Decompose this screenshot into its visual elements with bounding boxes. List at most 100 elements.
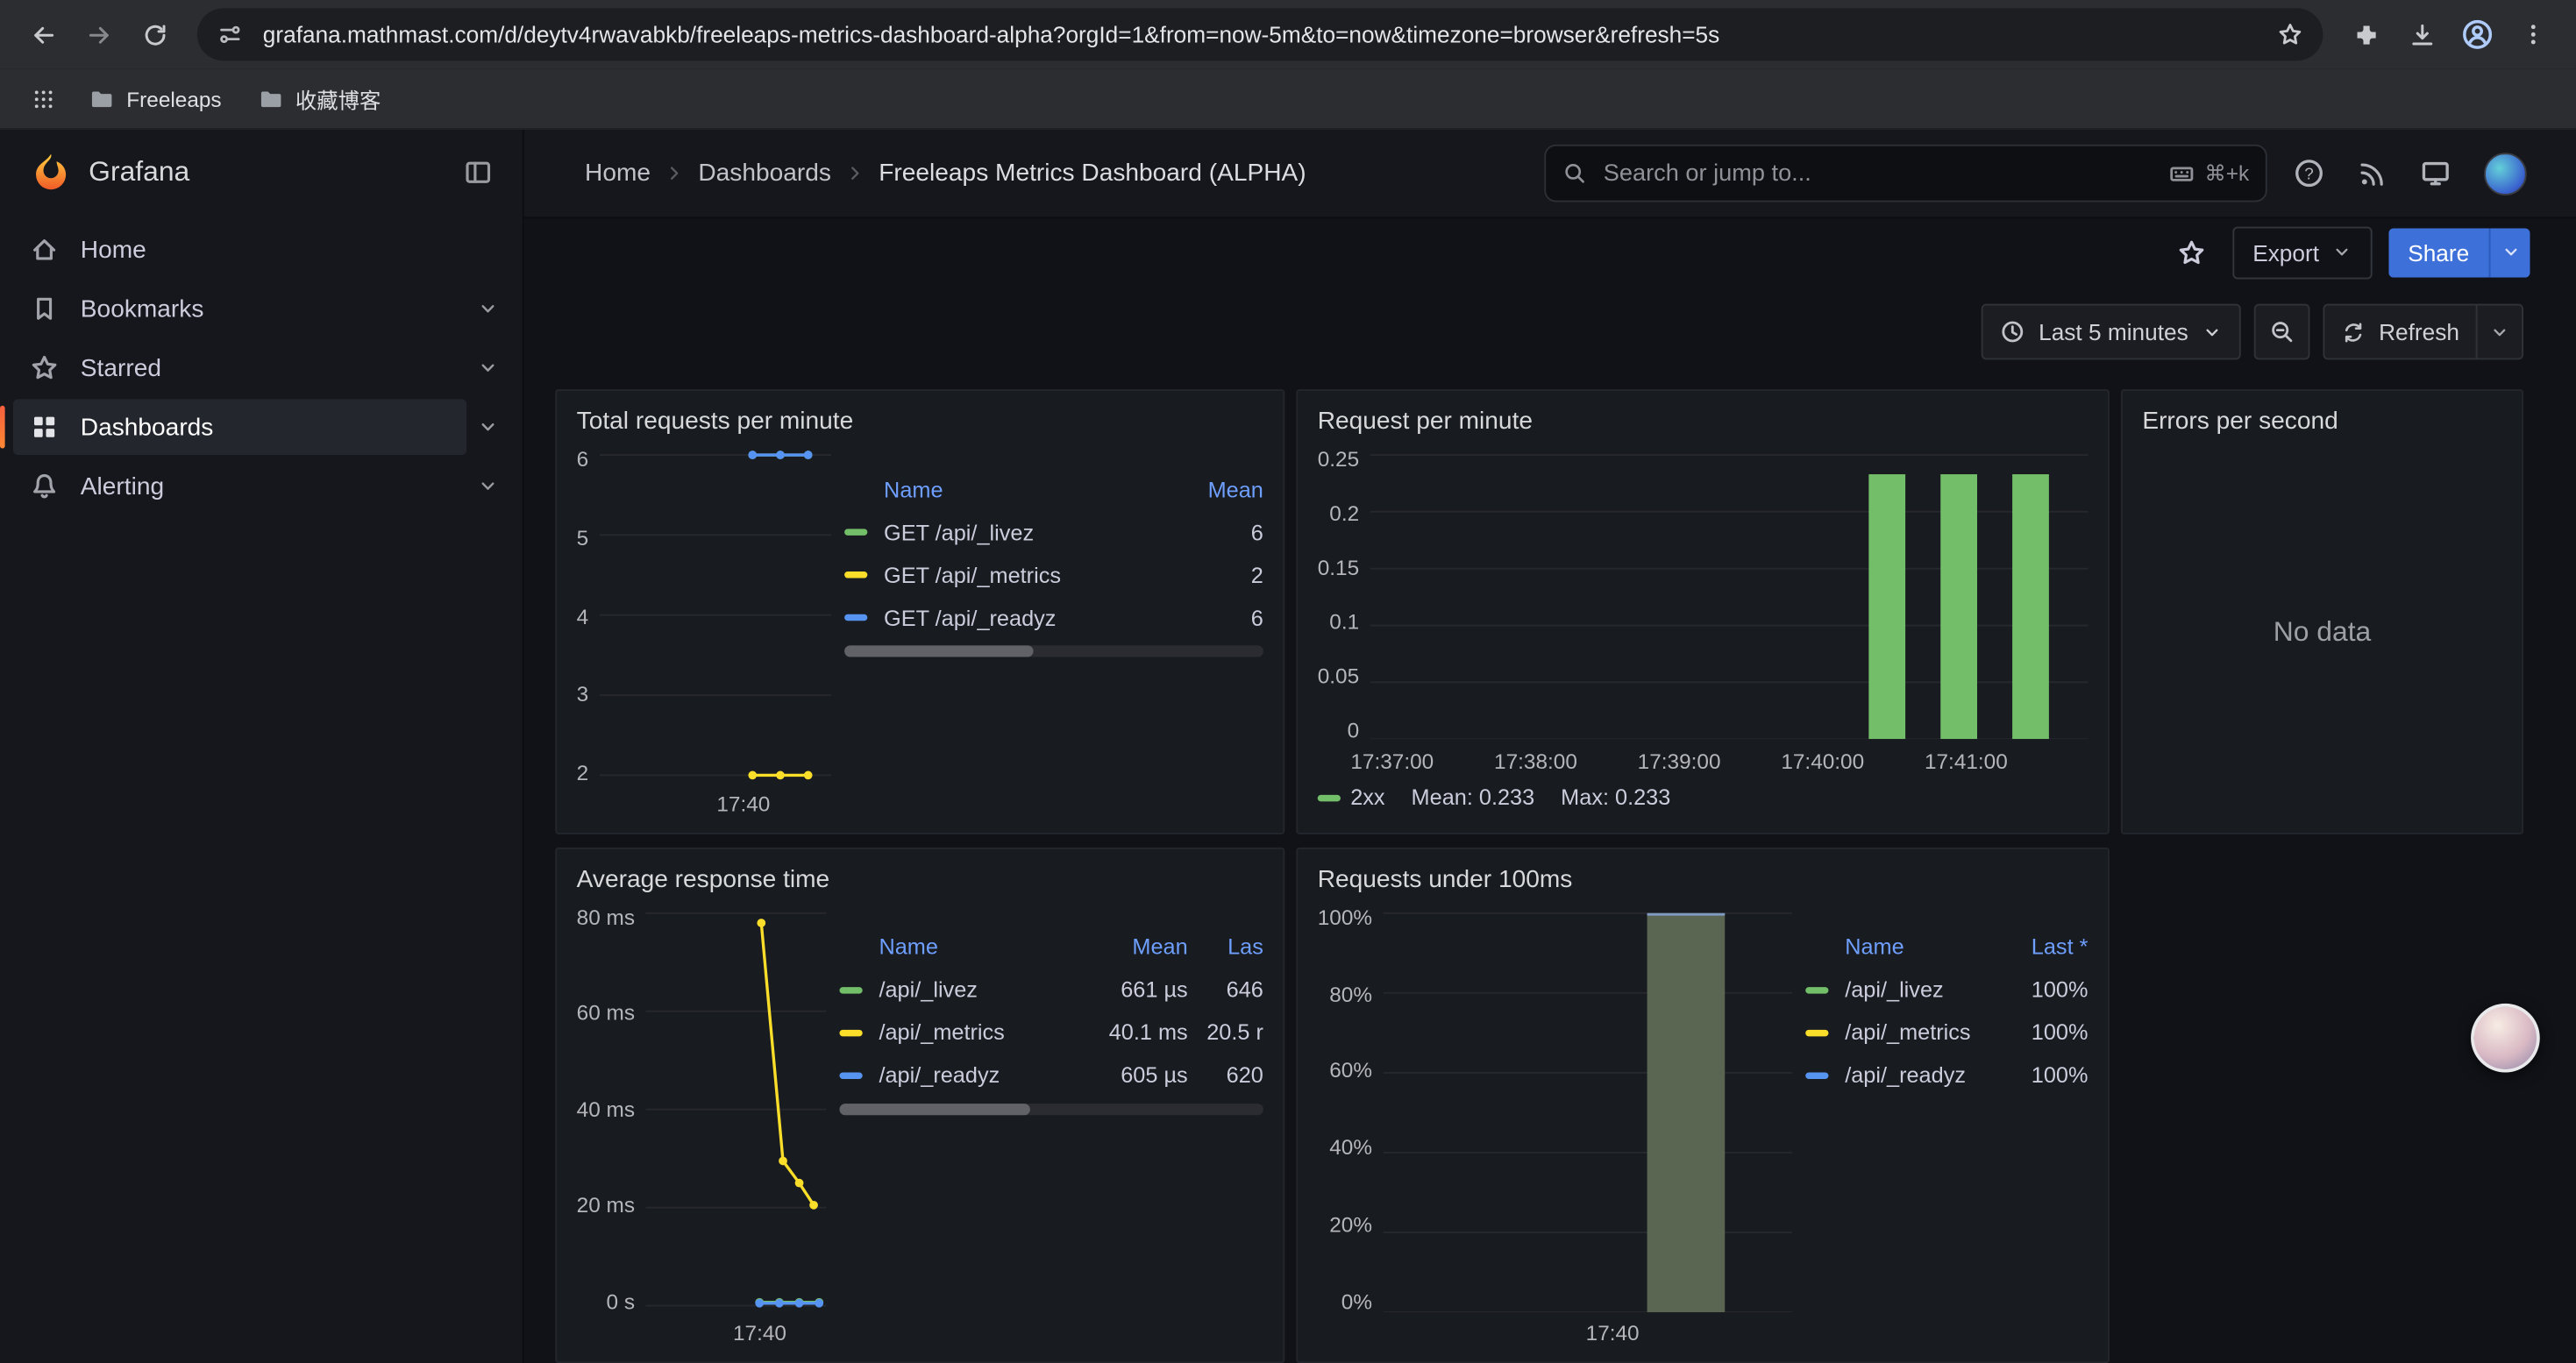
bookmark-item[interactable]: 收藏博客 [245, 76, 395, 121]
legend-col-last[interactable]: Last * [2006, 934, 2089, 959]
bar-chart[interactable] [1370, 449, 2088, 740]
legend-row: /api/_livez 100% [1805, 969, 2088, 1012]
series-name[interactable]: GET /api/_metrics [884, 564, 1162, 588]
time-range-picker[interactable]: Last 5 minutes [1982, 304, 2241, 360]
legend-scrollbar[interactable] [839, 1103, 1263, 1114]
browser-menu-button[interactable] [2507, 8, 2559, 60]
share-menu-button[interactable] [2489, 228, 2530, 277]
panel-title[interactable]: Requests under 100ms [1318, 865, 2089, 893]
legend-col-mean[interactable]: Mean [1086, 934, 1188, 959]
series-name[interactable]: /api/_metrics [1845, 1020, 1996, 1045]
menu-kebab-icon [2520, 21, 2546, 47]
app-header: Home Dashboards Freeleaps Metrics Dashbo… [524, 130, 2576, 218]
panel-requests-under-100ms: Requests under 100ms 100%80%60%40%20%0% … [1296, 847, 2109, 1363]
x-axis-tick: 17:40:00 [1781, 749, 1864, 773]
user-avatar[interactable] [2484, 152, 2527, 195]
y-axis-tick: 0.15 [1318, 557, 1359, 578]
series-last: 20.5 r [1198, 1020, 1263, 1045]
help-button[interactable]: ? [2294, 158, 2325, 189]
news-button[interactable] [2358, 159, 2387, 188]
refresh-button[interactable]: Refresh [2324, 306, 2475, 358]
zoom-out-button[interactable] [2254, 304, 2310, 360]
scrollbar-thumb[interactable] [839, 1103, 1030, 1114]
legend-col-name[interactable]: Name [1845, 934, 1996, 959]
series-name[interactable]: /api/_readyz [879, 1063, 1076, 1088]
line-chart[interactable] [646, 906, 826, 1313]
breadcrumb-dashboards[interactable]: Dashboards [698, 160, 831, 188]
legend-scrollbar[interactable] [844, 646, 1263, 657]
bar-chart[interactable] [1384, 906, 1792, 1313]
sidebar-link-alerting[interactable]: Alerting [13, 458, 466, 515]
search-shortcut: ⌘+k [2168, 160, 2249, 187]
sidebar-link-home[interactable]: Home [13, 222, 509, 278]
legend-col-name[interactable]: Name [884, 478, 1162, 502]
legend-col-name[interactable]: Name [879, 934, 1076, 959]
sidebar-item-label: Home [81, 236, 146, 264]
breadcrumb-home[interactable]: Home [585, 160, 651, 188]
floating-avatar-button[interactable] [2471, 1004, 2540, 1073]
legend-col-last[interactable]: Las [1198, 934, 1263, 959]
apps-grid-icon [31, 86, 55, 110]
chevron-down-icon [476, 475, 499, 498]
series-mean: 6 [1171, 606, 1263, 630]
panel-title[interactable]: Errors per second [2142, 408, 2501, 437]
bookmark-star-icon [2277, 21, 2303, 47]
panel-title[interactable]: Request per minute [1318, 408, 2089, 437]
series-name[interactable]: GET /api/_livez [884, 521, 1162, 545]
legend-col-mean[interactable]: Mean [1171, 478, 1263, 502]
legend-row: /api/_livez 661 µs 646 [839, 969, 1263, 1012]
extensions-button[interactable] [2339, 8, 2392, 60]
series-name[interactable]: 2xx [1350, 785, 1384, 810]
scrollbar-thumb[interactable] [844, 646, 1033, 657]
apps-button[interactable] [19, 75, 65, 121]
sidebar-link-dashboards[interactable]: Dashboards [13, 399, 466, 455]
series-name[interactable]: /api/_livez [879, 977, 1076, 1002]
favorite-dashboard-button[interactable] [2167, 228, 2217, 277]
bookmarks-bar: Freeleaps 收藏博客 [0, 69, 2576, 130]
forward-button[interactable] [72, 8, 125, 60]
sidebar-link-bookmarks[interactable]: Bookmarks [13, 280, 466, 337]
bookmark-label: 收藏博客 [295, 83, 381, 115]
series-mean: 605 µs [1086, 1063, 1188, 1088]
refresh-interval-button[interactable] [2476, 306, 2522, 358]
series-name[interactable]: GET /api/_readyz [884, 606, 1162, 630]
series-name[interactable]: /api/_readyz [1845, 1063, 1996, 1088]
header-icons: ? [2294, 152, 2527, 195]
breadcrumb-current: Freeleaps Metrics Dashboard (ALPHA) [879, 160, 1306, 188]
svg-text:?: ? [2304, 165, 2314, 183]
expand-alerting-button[interactable] [466, 465, 509, 508]
browser-profile-button[interactable] [2451, 8, 2504, 60]
kiosk-button[interactable] [2420, 158, 2451, 189]
search-input[interactable] [1600, 159, 2155, 188]
series-last: 646 [1198, 977, 1263, 1002]
series-name[interactable]: /api/_livez [1845, 977, 1996, 1002]
downloads-button[interactable] [2395, 8, 2448, 60]
series-color-chip [1805, 1072, 1828, 1078]
search-box[interactable]: ⌘+k [1544, 145, 2266, 202]
address-bar[interactable] [197, 8, 2323, 60]
y-axis-tick: 0.25 [1318, 449, 1359, 470]
back-button[interactable] [17, 8, 69, 60]
share-button[interactable]: Share [2388, 228, 2489, 277]
series-mean: 40.1 ms [1086, 1020, 1188, 1045]
series-mean: Mean: 0.233 [1412, 785, 1535, 810]
reload-button[interactable] [128, 8, 181, 60]
series-name[interactable]: /api/_metrics [879, 1020, 1076, 1045]
download-icon [2408, 20, 2436, 48]
bookmark-item[interactable]: Freeleaps [75, 79, 234, 118]
export-button[interactable]: Export [2233, 226, 2372, 279]
panel-title[interactable]: Average response time [577, 865, 1263, 893]
site-info-icon[interactable] [217, 21, 243, 47]
sidebar-collapse-button[interactable] [457, 151, 500, 194]
panel-request-per-minute: Request per minute 0.250.20.150.10.050 1… [1296, 390, 2109, 834]
url-input[interactable] [260, 19, 2267, 49]
breadcrumb: Home Dashboards Freeleaps Metrics Dashbo… [585, 160, 1306, 188]
sidebar-link-starred[interactable]: Starred [13, 340, 466, 396]
expand-dashboards-button[interactable] [466, 406, 509, 449]
panel-title[interactable]: Total requests per minute [577, 408, 1263, 437]
legend-row: GET /api/_livez 6 [844, 512, 1263, 555]
expand-bookmarks-button[interactable] [466, 288, 509, 330]
line-chart[interactable] [600, 449, 831, 783]
expand-starred-button[interactable] [466, 346, 509, 389]
bookmark-star-button[interactable] [2267, 11, 2313, 57]
